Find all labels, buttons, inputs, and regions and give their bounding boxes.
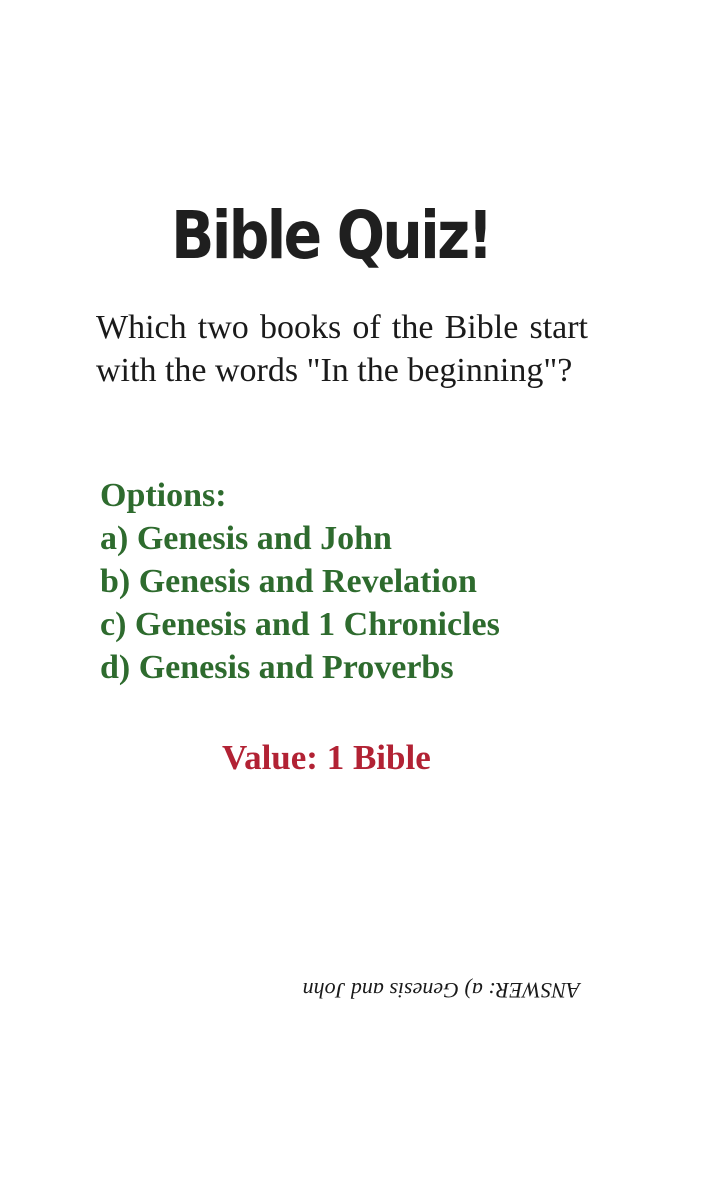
option-d: d) Genesis and Proverbs: [100, 649, 454, 686]
upside-down-answer: ANSWER: a) Genesis and John: [302, 978, 580, 1003]
quiz-card: Bible Quiz! Which two books of the Bible…: [0, 0, 704, 1179]
quiz-value: Value: 1 Bible: [222, 738, 431, 777]
quiz-title: Bible Quiz!: [171, 197, 493, 274]
option-b: b) Genesis and Revelation: [100, 563, 477, 600]
quiz-question: Which two books of the Bible start with …: [96, 309, 588, 389]
option-c: c) Genesis and 1 Chronicles: [100, 606, 500, 643]
option-a: a) Genesis and John: [100, 520, 392, 557]
options-list: Options: a) Genesis and John b) Genesis …: [100, 474, 660, 689]
options-heading: Options:: [100, 477, 227, 514]
